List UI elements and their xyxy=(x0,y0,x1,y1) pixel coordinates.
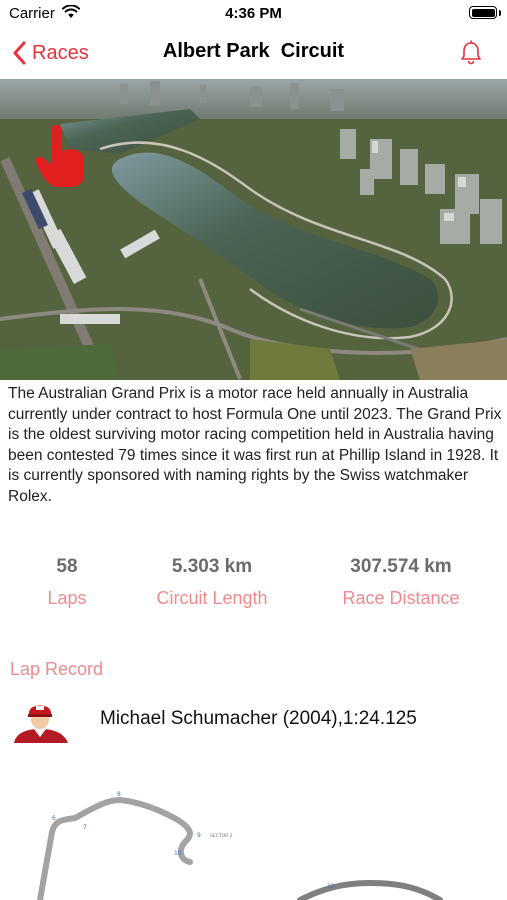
stat-laps: 58 Laps xyxy=(17,556,117,609)
bell-icon[interactable] xyxy=(459,40,483,66)
page-title: Albert Park Circuit xyxy=(162,40,345,62)
turn-label: 12 xyxy=(327,883,335,890)
turn-label: 7 xyxy=(83,824,87,831)
track-map: 6 7 8 9 10 12 SECTOR 2 xyxy=(37,791,443,900)
driver-avatar xyxy=(14,705,68,743)
stat-label: Circuit Length xyxy=(156,588,268,608)
sector-label: SECTOR 2 xyxy=(210,833,233,839)
lap-record-heading: Lap Record xyxy=(10,659,104,679)
status-time: 4:36 PM xyxy=(225,5,282,22)
turn-label: 10 xyxy=(174,850,182,857)
turn-label: 8 xyxy=(117,791,121,798)
stat-value: 307.574 km xyxy=(350,556,452,577)
lap-record-value: Michael Schumacher (2004),1:24.125 xyxy=(100,708,417,729)
stat-label: Laps xyxy=(47,588,87,608)
stat-race-distance: 307.574 km Race Distance xyxy=(326,556,476,609)
stat-label: Race Distance xyxy=(342,588,460,608)
status-bar: Carrier 4:36 PM xyxy=(0,0,507,28)
stat-value: 58 xyxy=(56,556,78,577)
circuit-aerial-photo xyxy=(0,79,507,380)
stat-value: 5.303 km xyxy=(171,556,253,577)
stat-circuit-length: 5.303 km Circuit Length xyxy=(136,556,288,609)
battery-icon xyxy=(469,6,497,19)
turn-label: 6 xyxy=(52,815,56,822)
navigation-bar: Races Albert Park Circuit xyxy=(0,28,507,78)
circuit-description: The Australian Grand Prix is a motor rac… xyxy=(8,385,502,505)
turn-label: 9 xyxy=(197,832,201,839)
